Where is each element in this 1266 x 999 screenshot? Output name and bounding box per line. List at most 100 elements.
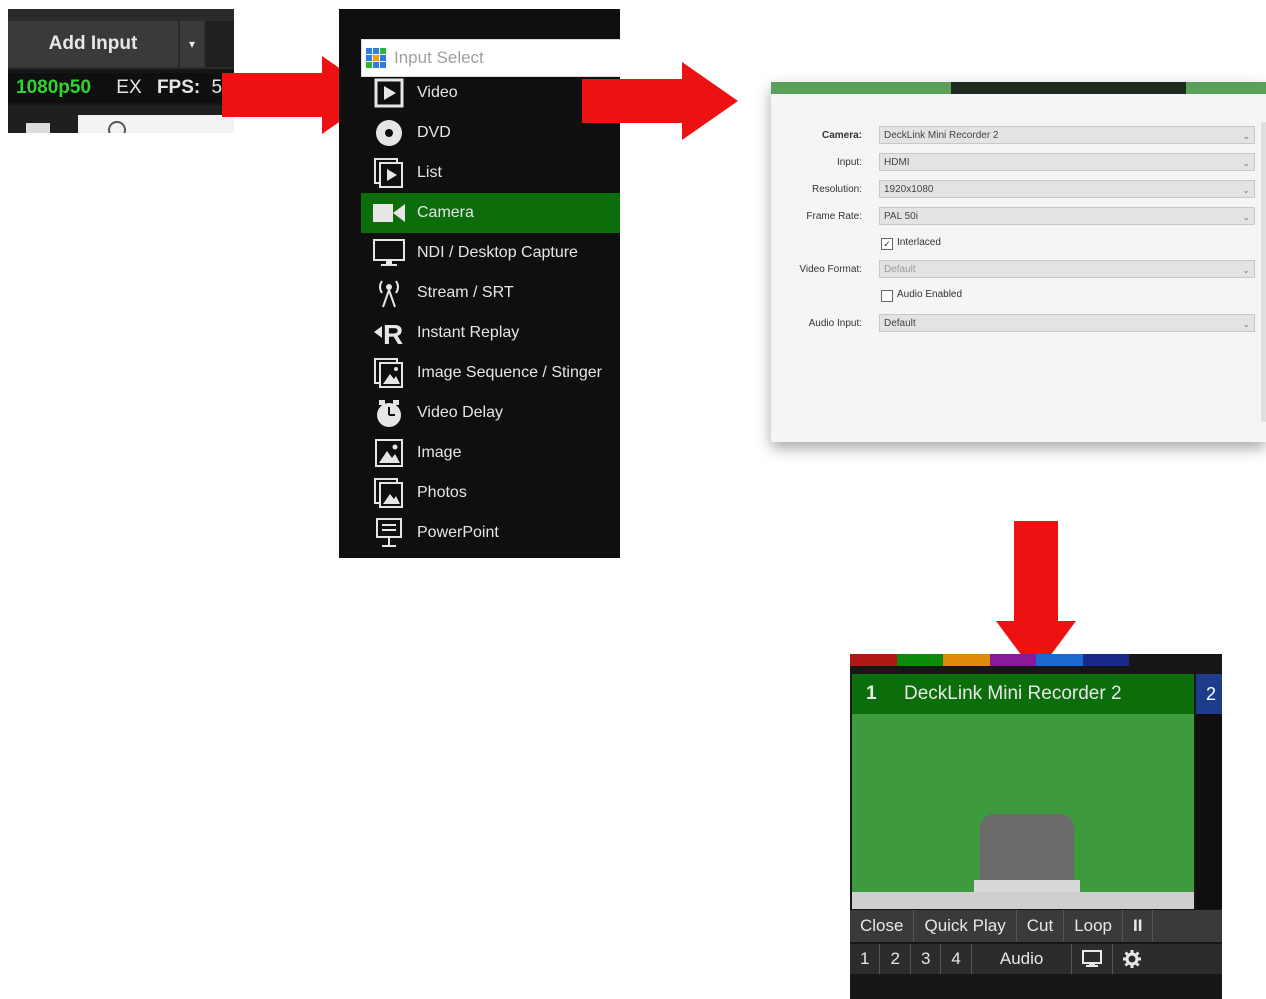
video-format-select-value: Default bbox=[884, 264, 916, 275]
chair-image bbox=[980, 814, 1074, 884]
photos-icon bbox=[374, 478, 403, 508]
menu-item-list[interactable]: List bbox=[361, 153, 620, 193]
frame-rate-select[interactable]: PAL 50i ⌄ bbox=[879, 207, 1255, 225]
monitor-button[interactable] bbox=[1072, 944, 1114, 974]
grid-icon bbox=[366, 48, 386, 68]
input-title-bar[interactable]: 1 DeckLink Mini Recorder 2 bbox=[852, 674, 1194, 714]
audio-enabled-row: Audio Enabled bbox=[771, 287, 1266, 307]
input-name: DeckLink Mini Recorder 2 bbox=[904, 683, 1122, 704]
color-tab[interactable] bbox=[989, 654, 1036, 666]
menu-item-label: Camera bbox=[417, 204, 474, 221]
menu-item-label: List bbox=[417, 164, 442, 181]
monitor-icon bbox=[1082, 950, 1103, 967]
input-select-panel: Input Select Video DVD List Camera NDI /… bbox=[339, 9, 620, 558]
windows-taskbar bbox=[8, 105, 234, 133]
overlay-4-button[interactable]: 4 bbox=[941, 944, 972, 974]
camera-select[interactable]: DeckLink Mini Recorder 2 ⌄ bbox=[879, 126, 1255, 144]
menu-item-label: NDI / Desktop Capture bbox=[417, 244, 578, 261]
powerpoint-icon bbox=[376, 518, 402, 547]
overlay-1-button[interactable]: 1 bbox=[850, 944, 881, 974]
resolution-row: Resolution: 1920x1080 ⌄ bbox=[771, 180, 1266, 200]
quick-play-button[interactable]: Quick Play bbox=[914, 910, 1017, 942]
overlay-2-button[interactable]: 2 bbox=[880, 944, 911, 974]
chevron-down-icon: ⌄ bbox=[1242, 131, 1250, 141]
image-sequence-icon bbox=[374, 358, 403, 388]
status-bar: 1080p50 EX FPS: 50 bbox=[8, 73, 234, 103]
audio-input-select[interactable]: Default ⌄ bbox=[879, 314, 1255, 332]
input-label: Input: bbox=[836, 157, 862, 168]
chevron-down-icon: ⌄ bbox=[1242, 265, 1250, 275]
camera-label: Camera: bbox=[821, 130, 862, 141]
pause-icon[interactable]: II bbox=[1123, 910, 1154, 942]
input-preview-video[interactable] bbox=[852, 714, 1194, 909]
panel-footer bbox=[850, 976, 1222, 999]
dvd-icon bbox=[376, 120, 402, 146]
menu-item-image-sequence-stinger[interactable]: Image Sequence / Stinger bbox=[361, 353, 620, 393]
list-icon bbox=[374, 158, 403, 188]
audio-input-select-value: Default bbox=[884, 318, 916, 329]
color-tab[interactable] bbox=[1036, 654, 1083, 666]
cut-button[interactable]: Cut bbox=[1017, 910, 1065, 942]
desk-image bbox=[974, 880, 1080, 892]
next-input-preview bbox=[1196, 714, 1222, 909]
menu-item-label: Instant Replay bbox=[417, 324, 520, 341]
menu-item-video-delay[interactable]: Video Delay bbox=[361, 393, 620, 433]
resolution-text: 1080p50 bbox=[16, 77, 92, 98]
taskbar-search-box[interactable] bbox=[78, 115, 234, 133]
camera-icon bbox=[373, 204, 405, 222]
menu-item-stream-srt[interactable]: Stream / SRT bbox=[361, 273, 620, 313]
menu-item-powerpoint[interactable]: PowerPoint bbox=[361, 513, 620, 553]
input-row: Input: HDMI ⌄ bbox=[771, 153, 1266, 173]
menu-item-instant-replay[interactable]: R Instant Replay bbox=[361, 313, 620, 353]
resolution-select-value: 1920x1080 bbox=[884, 184, 934, 195]
audio-enabled-label: Audio Enabled bbox=[897, 289, 963, 300]
color-tab[interactable] bbox=[943, 654, 990, 666]
input-controls-row-2: 1 2 3 4 Audio bbox=[850, 944, 1222, 974]
color-tab[interactable] bbox=[896, 654, 943, 666]
input-select-value: HDMI bbox=[884, 157, 910, 168]
add-input-bar: Add Input ▾ bbox=[8, 9, 234, 69]
resolution-select[interactable]: 1920x1080 ⌄ bbox=[879, 180, 1255, 198]
chevron-down-icon: ⌄ bbox=[1242, 185, 1250, 195]
input-number: 1 bbox=[866, 683, 877, 704]
arrow-down-icon bbox=[996, 521, 1076, 675]
menu-item-label: Image Sequence / Stinger bbox=[417, 364, 603, 381]
image-icon bbox=[375, 439, 403, 467]
video-format-select[interactable]: Default ⌄ bbox=[879, 260, 1255, 278]
add-input-button[interactable]: Add Input bbox=[8, 21, 178, 67]
color-tab[interactable] bbox=[1082, 654, 1129, 666]
frame-rate-select-value: PAL 50i bbox=[884, 211, 918, 222]
video-format-row: Video Format: Default ⌄ bbox=[771, 260, 1266, 280]
toolbar-crop: Add Input ▾ 1080p50 EX FPS: 50 bbox=[8, 9, 234, 133]
interlaced-checkbox[interactable]: ✓ bbox=[881, 238, 893, 250]
add-input-dropdown-button[interactable]: ▾ bbox=[180, 21, 204, 67]
color-tab[interactable] bbox=[1129, 654, 1176, 666]
menu-item-label: Photos bbox=[417, 484, 467, 501]
windows-logo-icon[interactable] bbox=[26, 123, 50, 133]
menu-item-ndi-desktop-capture[interactable]: NDI / Desktop Capture bbox=[361, 233, 620, 273]
close-button[interactable]: Close bbox=[850, 910, 915, 942]
camera-settings-dialog: Camera: DeckLink Mini Recorder 2 ⌄ Input:… bbox=[771, 82, 1266, 442]
menu-item-camera[interactable]: Camera bbox=[361, 193, 620, 233]
overlay-3-button[interactable]: 3 bbox=[911, 944, 942, 974]
color-tab[interactable] bbox=[1175, 654, 1222, 666]
input-controls-row-1: Close Quick Play Cut Loop II bbox=[850, 910, 1222, 942]
input-select[interactable]: HDMI ⌄ bbox=[879, 153, 1255, 171]
video-format-label: Video Format: bbox=[799, 264, 862, 275]
ex-label: EX bbox=[116, 77, 142, 98]
next-input-number[interactable]: 2 bbox=[1196, 674, 1222, 714]
dialog-scrollbar[interactable] bbox=[1261, 122, 1266, 422]
menu-item-photos[interactable]: Photos bbox=[361, 473, 620, 513]
dialog-title-bar bbox=[771, 82, 1266, 94]
menu-item-image[interactable]: Image bbox=[361, 433, 620, 473]
chevron-down-icon: ⌄ bbox=[1242, 212, 1250, 222]
audio-button[interactable]: Audio bbox=[972, 944, 1073, 974]
frame-rate-label: Frame Rate: bbox=[806, 211, 862, 222]
menu-item-label: DVD bbox=[417, 124, 451, 141]
chevron-down-icon: ⌄ bbox=[1242, 158, 1250, 168]
resolution-label: Resolution: bbox=[811, 184, 862, 195]
settings-button[interactable] bbox=[1113, 944, 1151, 974]
color-tab[interactable] bbox=[850, 654, 897, 666]
audio-enabled-checkbox[interactable] bbox=[881, 290, 893, 302]
loop-button[interactable]: Loop bbox=[1064, 910, 1124, 942]
